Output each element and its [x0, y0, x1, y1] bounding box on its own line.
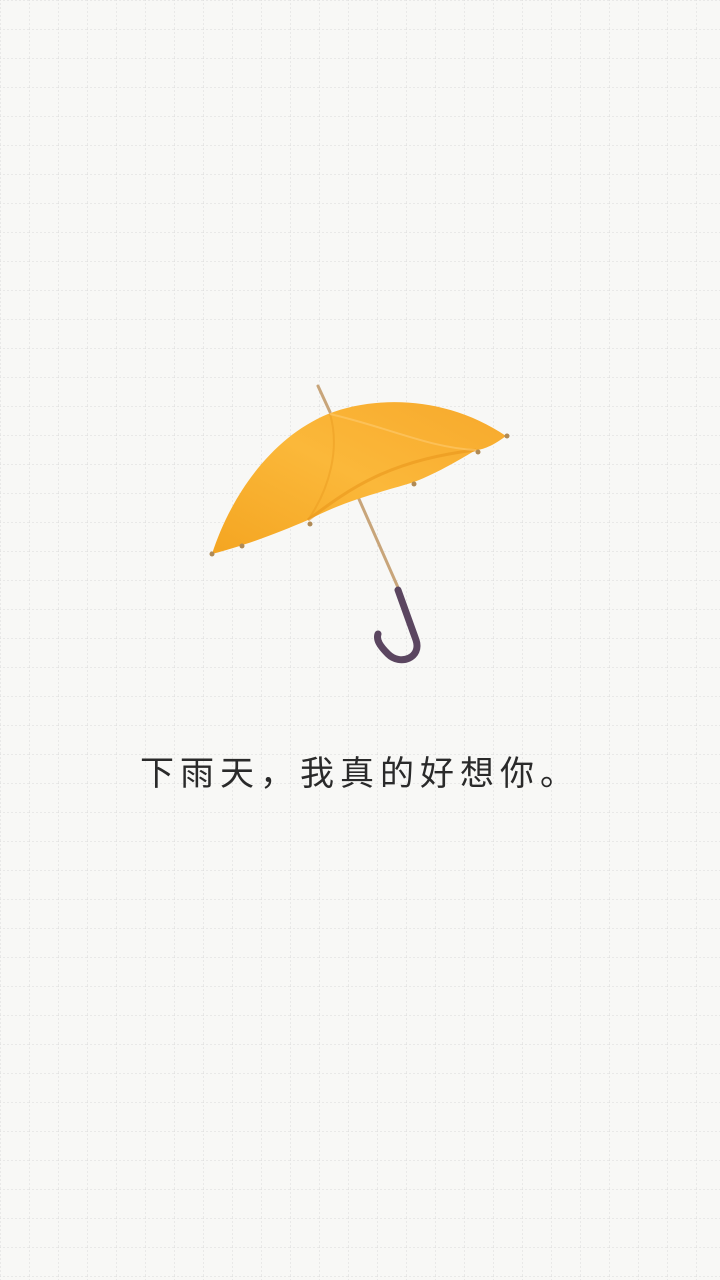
- umbrella-illustration: [209, 384, 510, 664]
- umbrella-canopy: [212, 402, 506, 554]
- umbrella-rib-tip: [411, 481, 417, 487]
- umbrella-shaft: [353, 488, 402, 594]
- caption-text: 下雨天，我真的好想你。: [140, 754, 580, 794]
- umbrella-handle: [374, 586, 421, 664]
- umbrella-tip: [316, 384, 332, 414]
- umbrella-rib-tip: [209, 551, 215, 557]
- umbrella-rib-tip: [475, 449, 481, 455]
- umbrella-rib-tip: [307, 521, 313, 527]
- umbrella-rib-tip: [239, 543, 245, 549]
- umbrella-rib-tip: [504, 433, 510, 439]
